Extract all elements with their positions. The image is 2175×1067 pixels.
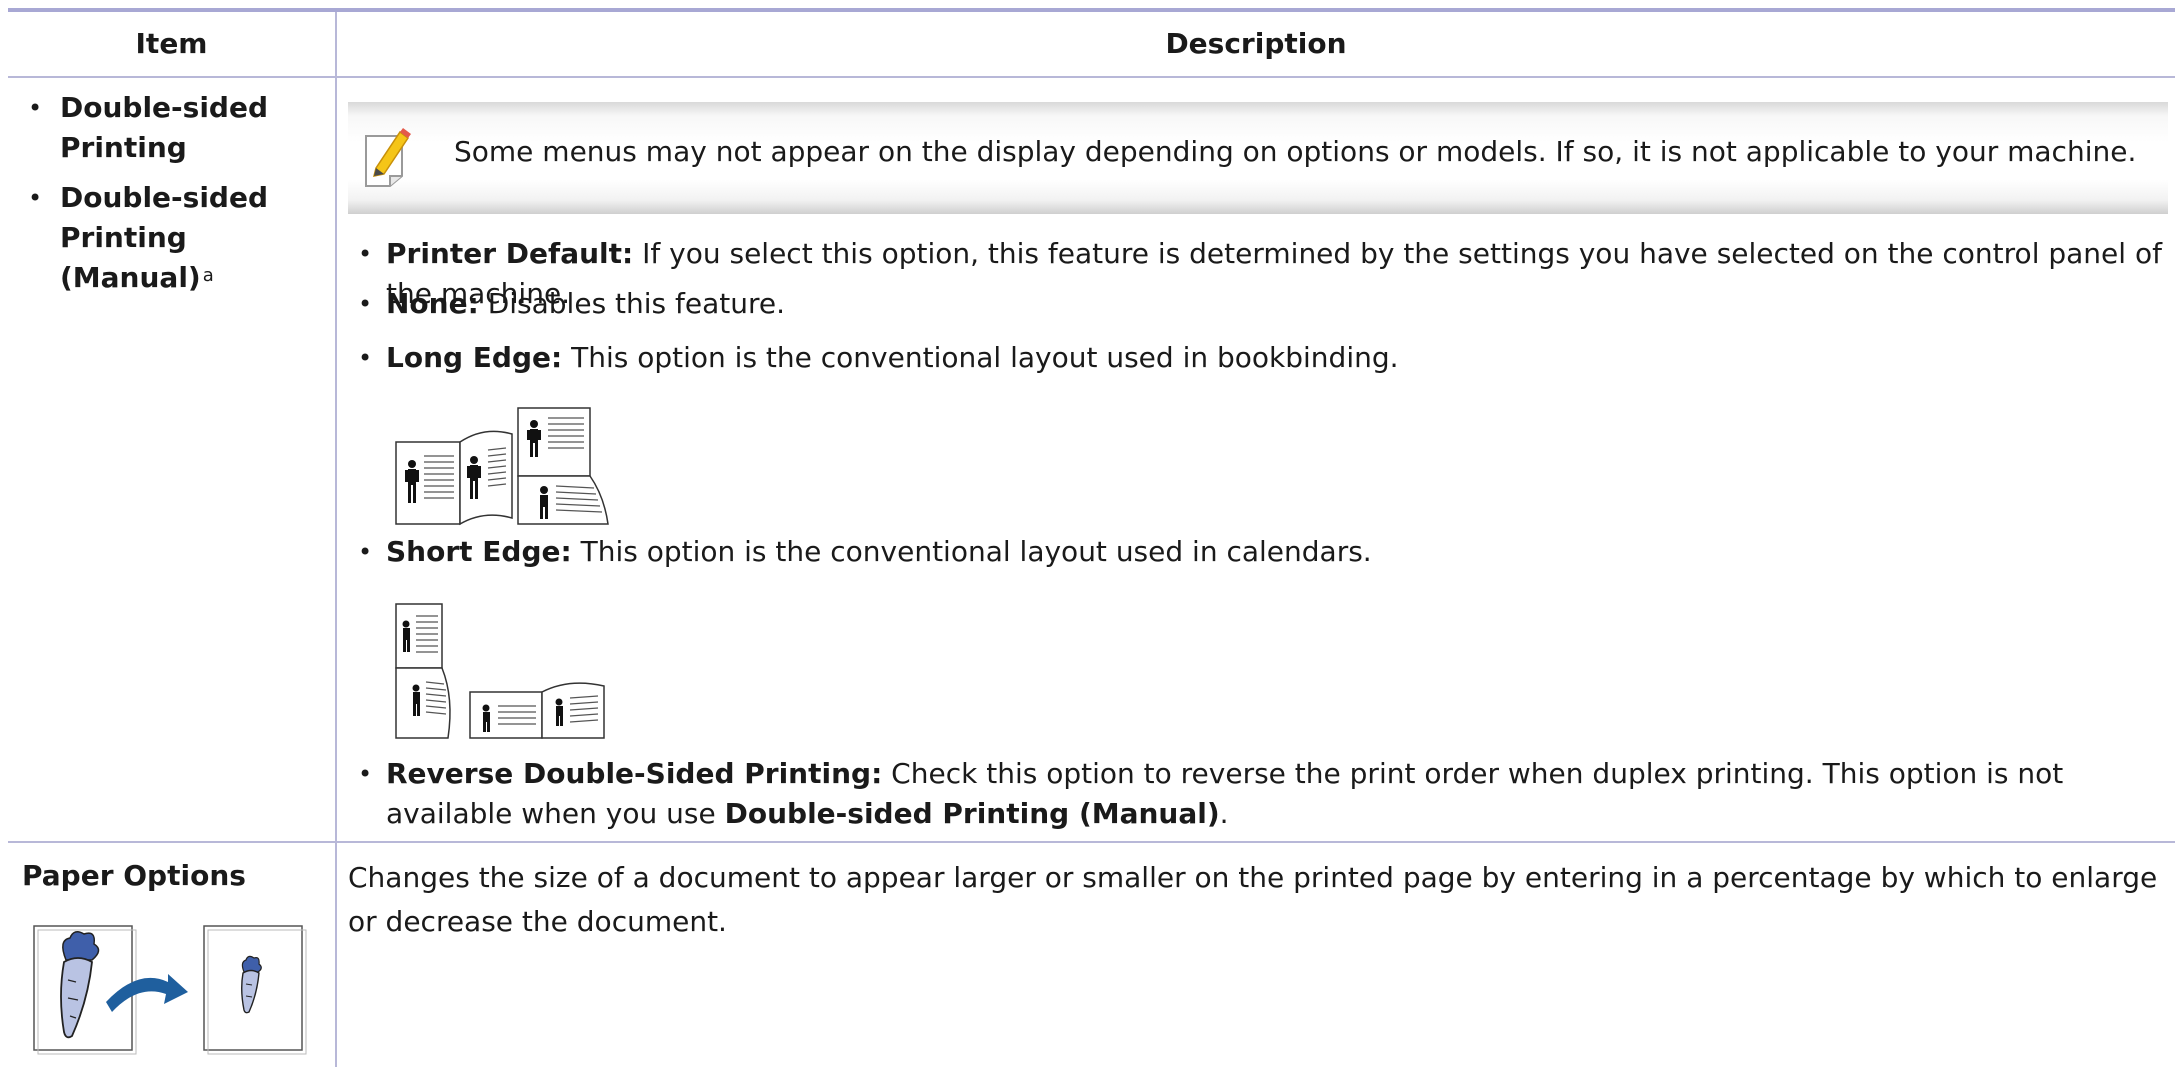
scale-down-document-illustration <box>33 925 307 1055</box>
option-text: This option is the conventional layout u… <box>571 535 1372 568</box>
option-text: This option is the conventional layout u… <box>562 341 1399 374</box>
option-term: Short Edge: <box>386 535 572 568</box>
list-item: Short Edge: This option is the conventio… <box>348 532 2168 572</box>
option-term: Printer Default: <box>386 237 634 270</box>
note-box: Some menus may not appear on the display… <box>348 102 2168 214</box>
document-page: Item Description Double-sided Printing D… <box>8 0 2175 1067</box>
item-list: Double-sided Printing Double-sided Print… <box>22 88 322 308</box>
column-header-description: Description <box>1165 27 1347 60</box>
note-text: Some menus may not appear on the display… <box>454 135 2137 168</box>
list-item: Double-sided Printing <box>22 88 322 168</box>
paper-options-description: Changes the size of a document to appear… <box>348 861 2158 938</box>
short-edge-calendar-illustration <box>395 603 605 739</box>
note-pencil-icon <box>365 128 411 187</box>
row-divider <box>8 841 2175 843</box>
option-text: Disables this feature. <box>478 287 786 320</box>
option-tail: . <box>1219 797 1229 830</box>
list-item: Long Edge: This option is the convention… <box>348 338 2168 378</box>
column-divider <box>335 12 337 1067</box>
list-item: None: Disables this feature. <box>348 284 2168 324</box>
long-edge-booklet-illustration <box>395 407 609 526</box>
item-label: Double-sided Printing <box>60 91 269 164</box>
option-term: None: <box>386 287 479 320</box>
list-item: Double-sided Printing (Manual)a <box>22 178 322 298</box>
paper-options-title: Paper Options <box>22 859 246 892</box>
footnote-marker: a <box>202 265 214 286</box>
option-term-manual: Double-sided Printing (Manual) <box>724 797 1220 830</box>
column-header-item: Item <box>135 27 208 60</box>
list-item: Reverse Double-Sided Printing: Check thi… <box>348 754 2168 834</box>
option-term: Reverse Double-Sided Printing: <box>386 757 883 790</box>
item-label: Double-sided Printing (Manual) <box>60 181 269 294</box>
option-term: Long Edge: <box>386 341 563 374</box>
table-header-row: Item Description <box>8 12 2175 78</box>
